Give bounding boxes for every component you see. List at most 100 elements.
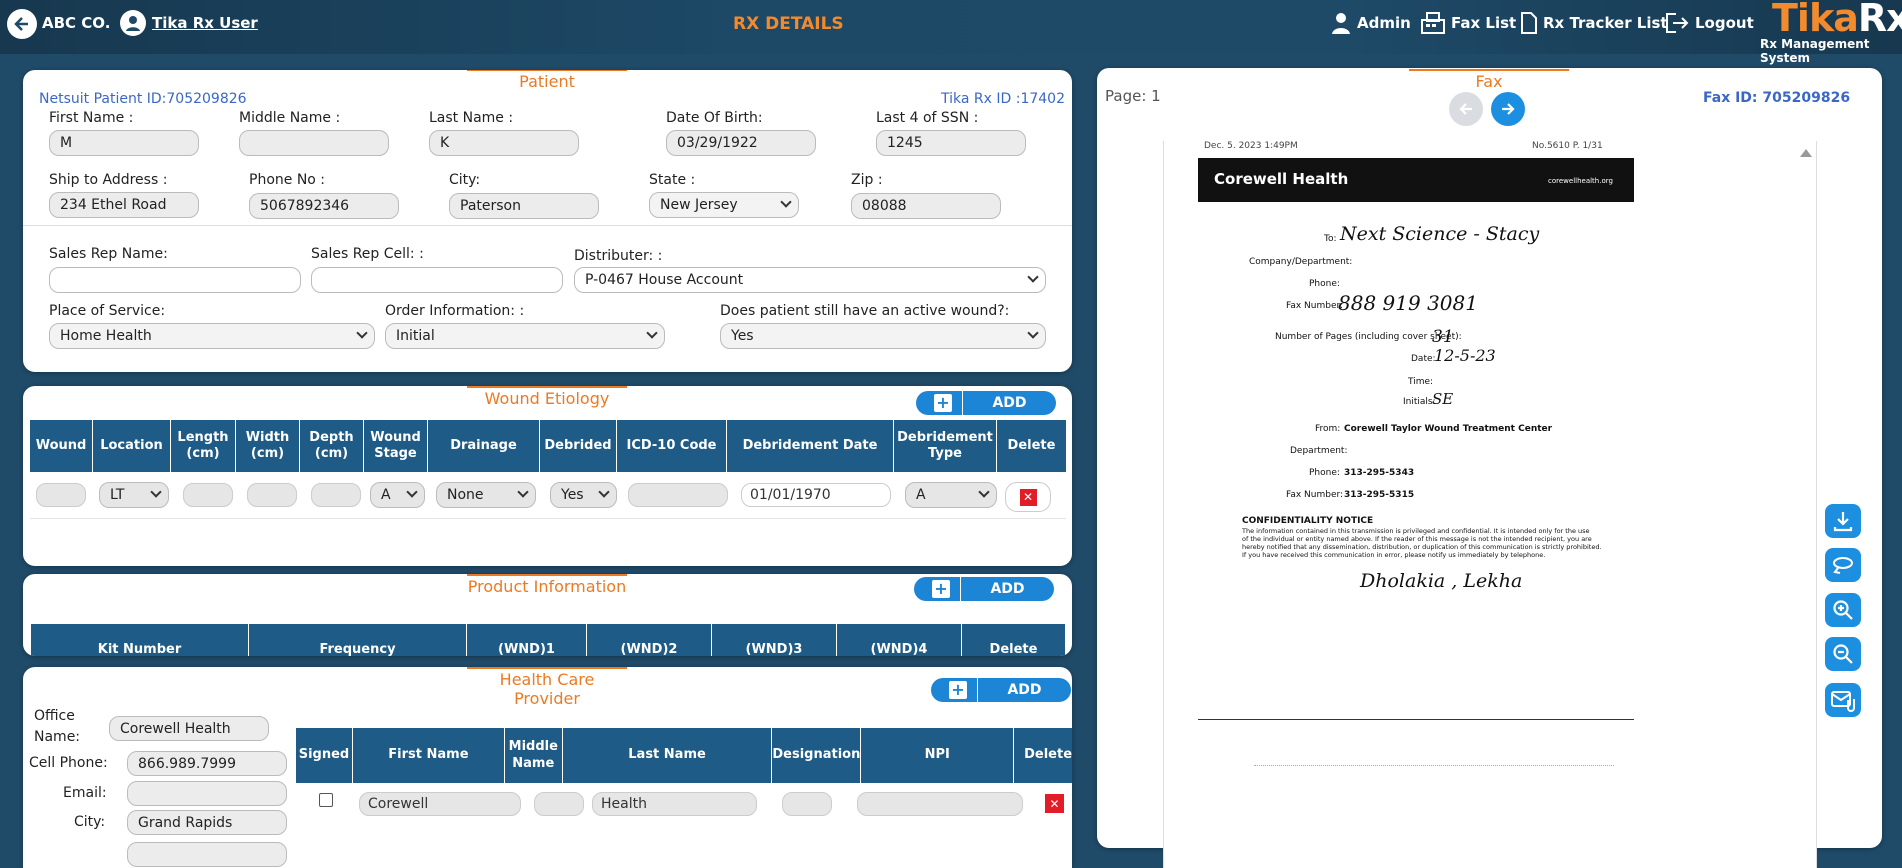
scroll-up-icon[interactable] xyxy=(1800,149,1812,157)
first-name-label: First Name : xyxy=(49,110,134,126)
prev-page-button[interactable] xyxy=(1449,92,1483,126)
address-field[interactable]: 234 Ethel Road xyxy=(49,192,199,218)
plus-icon: + xyxy=(949,681,967,699)
add-wound-button[interactable]: + ADD xyxy=(916,391,1056,415)
zoom-in-icon xyxy=(1833,600,1853,620)
download-button[interactable] xyxy=(1825,504,1861,538)
order-info-select[interactable]: Initial xyxy=(385,323,665,349)
delete-provider-button[interactable]: ✕ xyxy=(1045,794,1064,813)
zoom-out-button[interactable] xyxy=(1825,637,1861,671)
sales-rep-label: Sales Rep Name: xyxy=(49,246,168,262)
col-designation: Designation xyxy=(772,728,862,783)
arrow-left-icon xyxy=(14,17,28,31)
col-wnd4: (WND)4 xyxy=(837,624,962,656)
office-name-field[interactable]: Corewell Health xyxy=(109,716,269,741)
active-wound-select[interactable]: Yes xyxy=(720,323,1046,349)
tika-rx-id: Tika Rx ID :17402 xyxy=(941,91,1065,107)
nav-logout[interactable]: Logout xyxy=(1664,11,1754,35)
city-field[interactable]: Grand Rapids xyxy=(127,810,287,835)
close-icon: ✕ xyxy=(1049,796,1060,811)
middle-name-field[interactable] xyxy=(239,130,389,156)
first-name-field[interactable]: M xyxy=(49,130,199,156)
debridement-type-select[interactable]: A xyxy=(905,482,997,508)
icd10-field[interactable] xyxy=(628,483,728,507)
zip-label: Zip : xyxy=(851,172,883,188)
patient-divider xyxy=(23,225,1072,226)
back-button[interactable] xyxy=(7,9,37,39)
state-field[interactable] xyxy=(127,842,287,867)
col-width: Width (cm) xyxy=(236,420,300,472)
product-table-header: Kit Number Frequency (WND)1 (WND)2 (WND)… xyxy=(31,624,1065,656)
doc-to-handwritten: Next Science - Stacy xyxy=(1340,223,1540,245)
zoom-in-button[interactable] xyxy=(1825,593,1861,627)
rotate-button[interactable] xyxy=(1825,548,1861,582)
dob-label: Date Of Birth: xyxy=(666,110,763,126)
wound-table-header: Wound Location Length (cm) Width (cm) De… xyxy=(30,420,1066,472)
stage-select[interactable]: A xyxy=(370,482,425,508)
nav-fax-list[interactable]: Fax List xyxy=(1420,11,1516,35)
zip-field[interactable]: 08088 xyxy=(851,193,1001,219)
last-name-label: Last Name : xyxy=(429,110,514,126)
distributer-select[interactable]: P-0467 House Account xyxy=(574,267,1046,293)
col-npi: NPI xyxy=(861,728,1015,783)
col-wound: Wound xyxy=(30,420,93,472)
add-provider-button[interactable]: + ADD xyxy=(931,678,1071,702)
chevron-down-icon xyxy=(356,327,368,339)
distributer-label: Distributer: : xyxy=(574,248,663,264)
debrided-select[interactable]: Yes xyxy=(550,482,617,508)
location-select[interactable]: LT xyxy=(99,482,169,508)
col-wnd1: (WND)1 xyxy=(467,624,587,656)
nav-rx-tracker[interactable]: Rx Tracker List xyxy=(1520,11,1668,35)
provider-last-name-field[interactable]: Health xyxy=(592,792,757,816)
fax-icon xyxy=(1421,12,1445,34)
drainage-select[interactable]: None xyxy=(436,482,536,508)
chevron-down-icon xyxy=(646,327,658,339)
middle-name-label: Middle Name : xyxy=(239,110,341,126)
delete-wound-button[interactable]: ✕ xyxy=(1005,482,1051,512)
add-product-button[interactable]: + ADD xyxy=(914,577,1054,601)
order-info-label: Order Information: : xyxy=(385,303,525,319)
sales-cell-field[interactable] xyxy=(311,267,563,293)
col-delete: Delete xyxy=(989,641,1038,656)
depth-field[interactable] xyxy=(311,483,361,507)
health-care-provider-panel: Health Care Provider + ADD Office Name: C… xyxy=(23,667,1072,868)
col-middle-name: Middle Name xyxy=(505,728,563,783)
provider-designation-field[interactable] xyxy=(782,792,832,816)
email-field[interactable] xyxy=(127,781,287,806)
ssn-field[interactable]: 1245 xyxy=(876,130,1026,156)
width-field[interactable] xyxy=(247,483,297,507)
chevron-down-icon xyxy=(150,486,162,498)
active-wound-label: Does patient still have an active wound?… xyxy=(720,303,1010,319)
user-link[interactable]: Tika Rx User xyxy=(120,10,258,36)
phone-field[interactable]: 5067892346 xyxy=(249,193,399,219)
col-kit-number: Kit Number xyxy=(31,624,249,656)
cell-phone-field[interactable]: 866.989.7999 xyxy=(127,751,287,776)
length-field[interactable] xyxy=(183,483,233,507)
provider-middle-name-field[interactable] xyxy=(534,792,584,816)
nav-admin[interactable]: Admin xyxy=(1330,11,1411,35)
col-delete: Delete xyxy=(1024,747,1072,763)
doc-header-right: No.5610 P. 1/31 xyxy=(1532,141,1603,151)
wound-section-title: Wound Etiology xyxy=(467,386,627,408)
logout-icon xyxy=(1666,13,1689,33)
patient-panel: Patient Netsuit Patient ID:705209826 Tik… xyxy=(23,70,1072,372)
city-field[interactable]: Paterson xyxy=(449,193,599,219)
provider-first-name-field[interactable]: Corewell xyxy=(359,792,521,816)
last-name-field[interactable]: K xyxy=(429,130,579,156)
sales-cell-label: Sales Rep Cell: : xyxy=(311,246,424,262)
email-attachment-button[interactable] xyxy=(1825,683,1861,717)
sales-rep-field[interactable] xyxy=(49,267,301,293)
state-select[interactable]: New Jersey xyxy=(649,192,799,218)
debridement-date-field[interactable]: 01/01/1970 xyxy=(741,483,891,507)
dob-field[interactable]: 03/29/1922 xyxy=(666,130,816,156)
place-of-service-select[interactable]: Home Health xyxy=(49,323,375,349)
next-page-button[interactable] xyxy=(1491,92,1525,126)
fax-document-preview: Dec. 5. 2023 1:49PM No.5610 P. 1/31 Core… xyxy=(1163,141,1817,868)
fax-page-number: Page: 1 xyxy=(1105,87,1161,105)
col-wnd2: (WND)2 xyxy=(587,624,712,656)
user-name: Tika Rx User xyxy=(152,14,258,32)
state-label: State : xyxy=(649,172,696,188)
provider-npi-field[interactable] xyxy=(857,792,1023,816)
wound-field[interactable] xyxy=(36,483,86,507)
signed-checkbox[interactable] xyxy=(319,793,333,807)
